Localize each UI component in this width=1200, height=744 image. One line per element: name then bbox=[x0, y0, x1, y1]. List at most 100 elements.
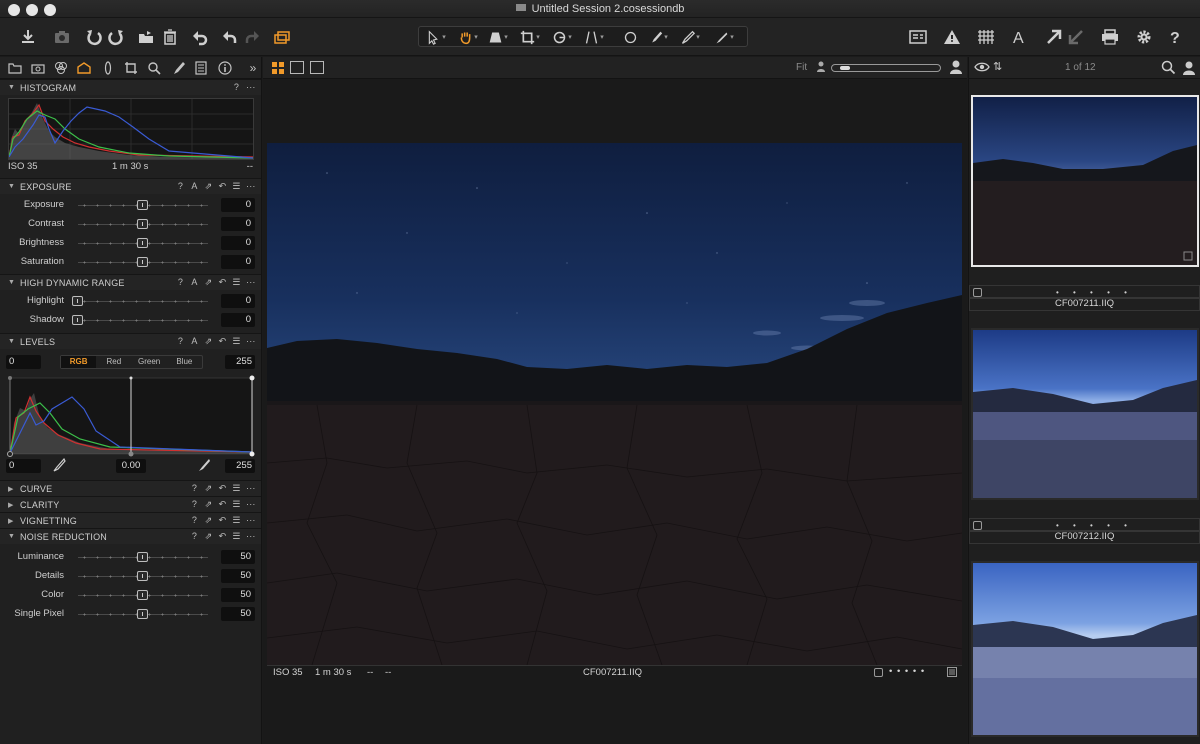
slider-value[interactable]: 50 bbox=[221, 550, 255, 564]
copy-apply-icon[interactable]: ⇗ bbox=[204, 277, 213, 288]
collapse-icon[interactable]: ▼ bbox=[8, 338, 15, 345]
menu-icon[interactable]: ··· bbox=[246, 499, 255, 510]
reset-icon[interactable]: ↶ bbox=[218, 531, 227, 542]
collapse-icon[interactable]: ▼ bbox=[8, 533, 15, 540]
brush-icon[interactable]: ▾ bbox=[643, 25, 673, 49]
help-icon[interactable]: ? bbox=[190, 531, 199, 542]
info-icon[interactable] bbox=[216, 60, 234, 76]
menu-icon[interactable]: ··· bbox=[246, 336, 255, 347]
midpoint-field[interactable]: 0.00 bbox=[116, 459, 146, 473]
color-slider[interactable]: Color 50 bbox=[0, 586, 261, 605]
curve-header[interactable]: ▶ CURVE ? ⇗ ↶ ☰ ··· bbox=[0, 480, 261, 496]
levels-header[interactable]: ▼ LEVELS ? A ⇗ ↶ ☰ ··· bbox=[0, 333, 261, 349]
slider-knob[interactable] bbox=[137, 200, 148, 210]
pan-hand-icon[interactable]: ▾ bbox=[453, 25, 483, 49]
exposure-slider[interactable]: Exposure 0 bbox=[0, 196, 261, 215]
slider-value[interactable]: 50 bbox=[221, 569, 255, 583]
metadata-icon[interactable] bbox=[192, 60, 210, 76]
slider-value[interactable]: 0 bbox=[221, 198, 255, 212]
zoom-slider[interactable] bbox=[831, 64, 941, 72]
noise-reduction-header[interactable]: ▼ NOISE REDUCTION ? ⇗ ↶ ☰ ··· bbox=[0, 528, 261, 544]
grid-view-icon[interactable] bbox=[271, 61, 285, 78]
copy-apply-icon[interactable]: ⇗ bbox=[204, 181, 213, 192]
slider-knob[interactable] bbox=[72, 315, 83, 325]
reset-icon[interactable]: ↶ bbox=[218, 515, 227, 526]
slider-knob[interactable] bbox=[137, 219, 148, 229]
reset-icon[interactable]: ↶ bbox=[218, 181, 227, 192]
select-checkbox[interactable] bbox=[973, 521, 982, 530]
help-icon[interactable]: ? bbox=[176, 336, 185, 347]
reset-icon[interactable] bbox=[188, 25, 212, 49]
print-icon[interactable] bbox=[1098, 25, 1122, 49]
highlight-slider[interactable]: Highlight 0 bbox=[0, 292, 261, 311]
help-icon[interactable]: ? bbox=[1164, 25, 1188, 49]
grid-icon[interactable] bbox=[974, 25, 998, 49]
rating-stars[interactable]: • • • • • bbox=[1056, 288, 1133, 297]
import-icon[interactable] bbox=[16, 25, 40, 49]
slider-knob[interactable] bbox=[137, 238, 148, 248]
slider-knob[interactable] bbox=[137, 257, 148, 267]
eyedropper-dark-icon[interactable] bbox=[52, 457, 66, 475]
color-tag-icon[interactable] bbox=[947, 667, 957, 680]
collapse-icon[interactable]: ▼ bbox=[8, 183, 15, 190]
hdr-header[interactable]: ▼ HIGH DYNAMIC RANGE ? A ⇗ ↶ ☰ ··· bbox=[0, 274, 261, 290]
auto-icon[interactable]: A bbox=[190, 181, 199, 192]
channel-red[interactable]: Red bbox=[96, 356, 131, 368]
copy-apply-icon[interactable]: ⇗ bbox=[204, 499, 213, 510]
presets-icon[interactable]: ☰ bbox=[232, 336, 241, 347]
crop-tab-icon[interactable] bbox=[122, 60, 140, 76]
select-checkbox[interactable] bbox=[874, 668, 883, 677]
picker-icon[interactable]: ▾ bbox=[675, 25, 705, 49]
menu-icon[interactable]: ··· bbox=[246, 277, 255, 288]
menu-icon[interactable]: ··· bbox=[246, 515, 255, 526]
help-icon[interactable]: ? bbox=[190, 483, 199, 494]
select-checkbox[interactable] bbox=[973, 288, 982, 297]
reset-icon[interactable]: ↶ bbox=[218, 336, 227, 347]
thumbnail-3[interactable] bbox=[971, 561, 1199, 737]
help-icon[interactable]: ? bbox=[232, 82, 241, 92]
zoom-slider-knob[interactable] bbox=[840, 66, 850, 70]
reset-icon[interactable]: ↶ bbox=[218, 277, 227, 288]
copy-apply-icon[interactable]: ⇗ bbox=[204, 483, 213, 494]
lens-icon[interactable] bbox=[99, 60, 117, 76]
presets-icon[interactable]: ☰ bbox=[232, 277, 241, 288]
folder-icon[interactable] bbox=[6, 60, 24, 76]
output-high-field[interactable]: 255 bbox=[225, 459, 255, 473]
help-icon[interactable]: ? bbox=[190, 499, 199, 510]
move-to-folder-icon[interactable] bbox=[134, 25, 158, 49]
person-filter-icon[interactable] bbox=[1182, 60, 1196, 79]
text-overlay-icon[interactable]: A bbox=[1008, 25, 1032, 49]
rating-stars[interactable]: • • • • • bbox=[889, 666, 925, 677]
more-icon[interactable]: » bbox=[244, 60, 262, 76]
brightness-slider[interactable]: Brightness 0 bbox=[0, 234, 261, 253]
presets-icon[interactable]: ☰ bbox=[232, 499, 241, 510]
copy-apply-icon[interactable]: ⇗ bbox=[204, 336, 213, 347]
auto-icon[interactable]: A bbox=[190, 336, 199, 347]
color-picker-icon[interactable]: ▾ bbox=[709, 25, 739, 49]
slider-value[interactable]: 0 bbox=[221, 294, 255, 308]
brush-tab-icon[interactable] bbox=[169, 60, 187, 76]
full-view-icon[interactable] bbox=[310, 61, 324, 74]
copy-apply-icon[interactable]: ⇗ bbox=[204, 515, 213, 526]
thumbnail-2[interactable] bbox=[971, 328, 1199, 500]
slider-value[interactable]: 0 bbox=[221, 217, 255, 231]
main-photo[interactable] bbox=[267, 143, 962, 665]
output-low-field[interactable]: 0 bbox=[6, 459, 41, 473]
presets-icon[interactable]: ☰ bbox=[232, 181, 241, 192]
mask-circle-icon[interactable] bbox=[615, 25, 645, 49]
arrow-import-icon[interactable] bbox=[1064, 25, 1088, 49]
rating-stars[interactable]: • • • • • bbox=[1056, 521, 1133, 530]
shadow-slider[interactable]: Shadow 0 bbox=[0, 311, 261, 330]
slider-knob[interactable] bbox=[137, 609, 148, 619]
slider-value[interactable]: 50 bbox=[221, 607, 255, 621]
presets-icon[interactable]: ☰ bbox=[232, 515, 241, 526]
slider-knob[interactable] bbox=[72, 296, 83, 306]
input-high-field[interactable]: 255 bbox=[225, 355, 255, 369]
auto-icon[interactable]: A bbox=[190, 277, 199, 288]
slider-value[interactable]: 0 bbox=[221, 236, 255, 250]
warning-icon[interactable] bbox=[940, 25, 964, 49]
redo-icon[interactable] bbox=[240, 25, 264, 49]
slider-value[interactable]: 50 bbox=[221, 588, 255, 602]
input-low-field[interactable]: 0 bbox=[6, 355, 41, 369]
channel-green[interactable]: Green bbox=[132, 356, 167, 368]
